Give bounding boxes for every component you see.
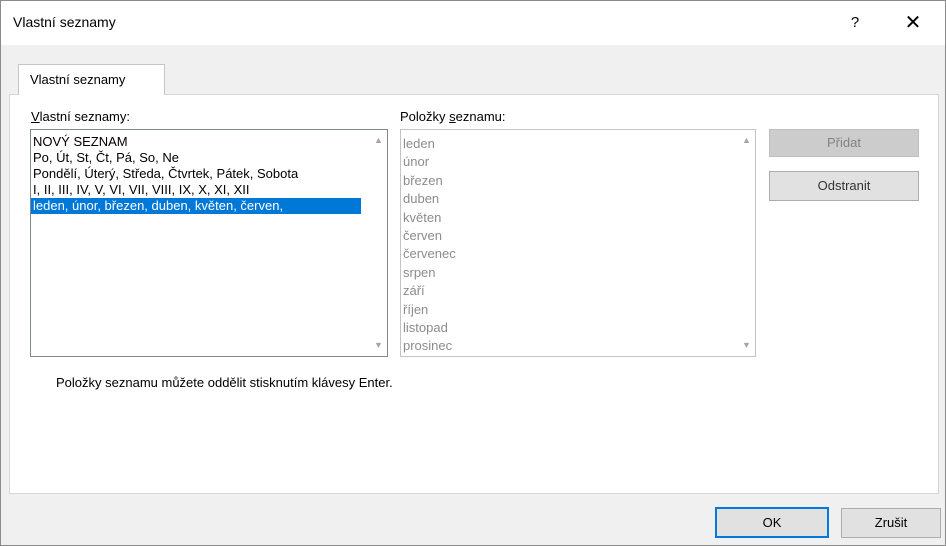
list-entries-items: leden únor březen duben květen červen červenec… [401, 130, 731, 356]
list-entry-line: únor [403, 154, 430, 170]
list-entry-line: srpen [403, 264, 436, 280]
custom-lists-items: NOVÝ SEZNAM Po, Út, St, Čt, Pá, So, Ne Pon… [31, 130, 361, 214]
list-entry-line: listopad [403, 319, 448, 335]
list-entry-line: září [403, 283, 425, 299]
custom-lists-listbox[interactable]: NOVÝ SEZNAM Po, Út, St, Čt, Pá, So, Ne Pon… [30, 129, 388, 357]
custom-lists-label: Vlastní seznamy: [31, 109, 130, 124]
close-icon[interactable]: ✕ [891, 10, 935, 36]
custom-list-item[interactable]: I, II, III, IV, V, VI, VII, VIII, IX, X,… [31, 182, 361, 198]
list-entry-line: prosinec [403, 338, 453, 354]
list-entries-label: Položky seznamu: [400, 109, 506, 124]
lists-scrollbar[interactable]: ▲ ▼ [370, 130, 387, 356]
ok-button[interactable]: OK [715, 507, 829, 538]
scroll-up-icon[interactable]: ▲ [738, 132, 755, 149]
hint-text: Položky seznamu můžete oddělit stisknutí… [56, 375, 393, 390]
list-entry-line: červenec [403, 246, 456, 262]
list-entry-line: říjen [403, 301, 429, 317]
custom-lists-dialog: Vlastní seznamy ? ✕ Vlastní seznamy Vlas… [0, 0, 946, 546]
scroll-up-icon[interactable]: ▲ [370, 132, 387, 149]
tab-custom-lists[interactable]: Vlastní seznamy [18, 64, 165, 95]
custom-list-item[interactable]: Pondělí, Úterý, Středa, Čtvrtek, Pátek, … [31, 166, 361, 182]
help-button[interactable]: ? [837, 10, 873, 36]
list-entries-textbox[interactable]: leden únor březen duben květen červen červenec… [400, 129, 756, 357]
list-entry-line: červen [403, 227, 443, 243]
dialog-title: Vlastní seznamy [13, 14, 116, 30]
list-entry-line: leden [403, 136, 435, 151]
remove-button[interactable]: Odstranit [769, 171, 919, 201]
custom-list-item[interactable]: leden, únor, březen, duben, květen, červ… [31, 198, 361, 214]
scroll-down-icon[interactable]: ▼ [738, 337, 755, 354]
scroll-down-icon[interactable]: ▼ [370, 337, 387, 354]
entries-scrollbar[interactable]: ▲ ▼ [738, 130, 755, 356]
list-entry-line: březen [403, 172, 443, 188]
title-bar: Vlastní seznamy ? ✕ [1, 1, 945, 45]
tab-label: Vlastní seznamy [30, 72, 126, 87]
custom-list-item[interactable]: Po, Út, St, Čt, Pá, So, Ne [31, 150, 361, 166]
list-entry-line: duben [403, 191, 440, 207]
cancel-button[interactable]: Zrušit [841, 508, 941, 538]
list-entry-line: květen [403, 209, 442, 225]
custom-list-item[interactable]: NOVÝ SEZNAM [31, 134, 361, 150]
add-button[interactable]: Přidat [769, 129, 919, 157]
